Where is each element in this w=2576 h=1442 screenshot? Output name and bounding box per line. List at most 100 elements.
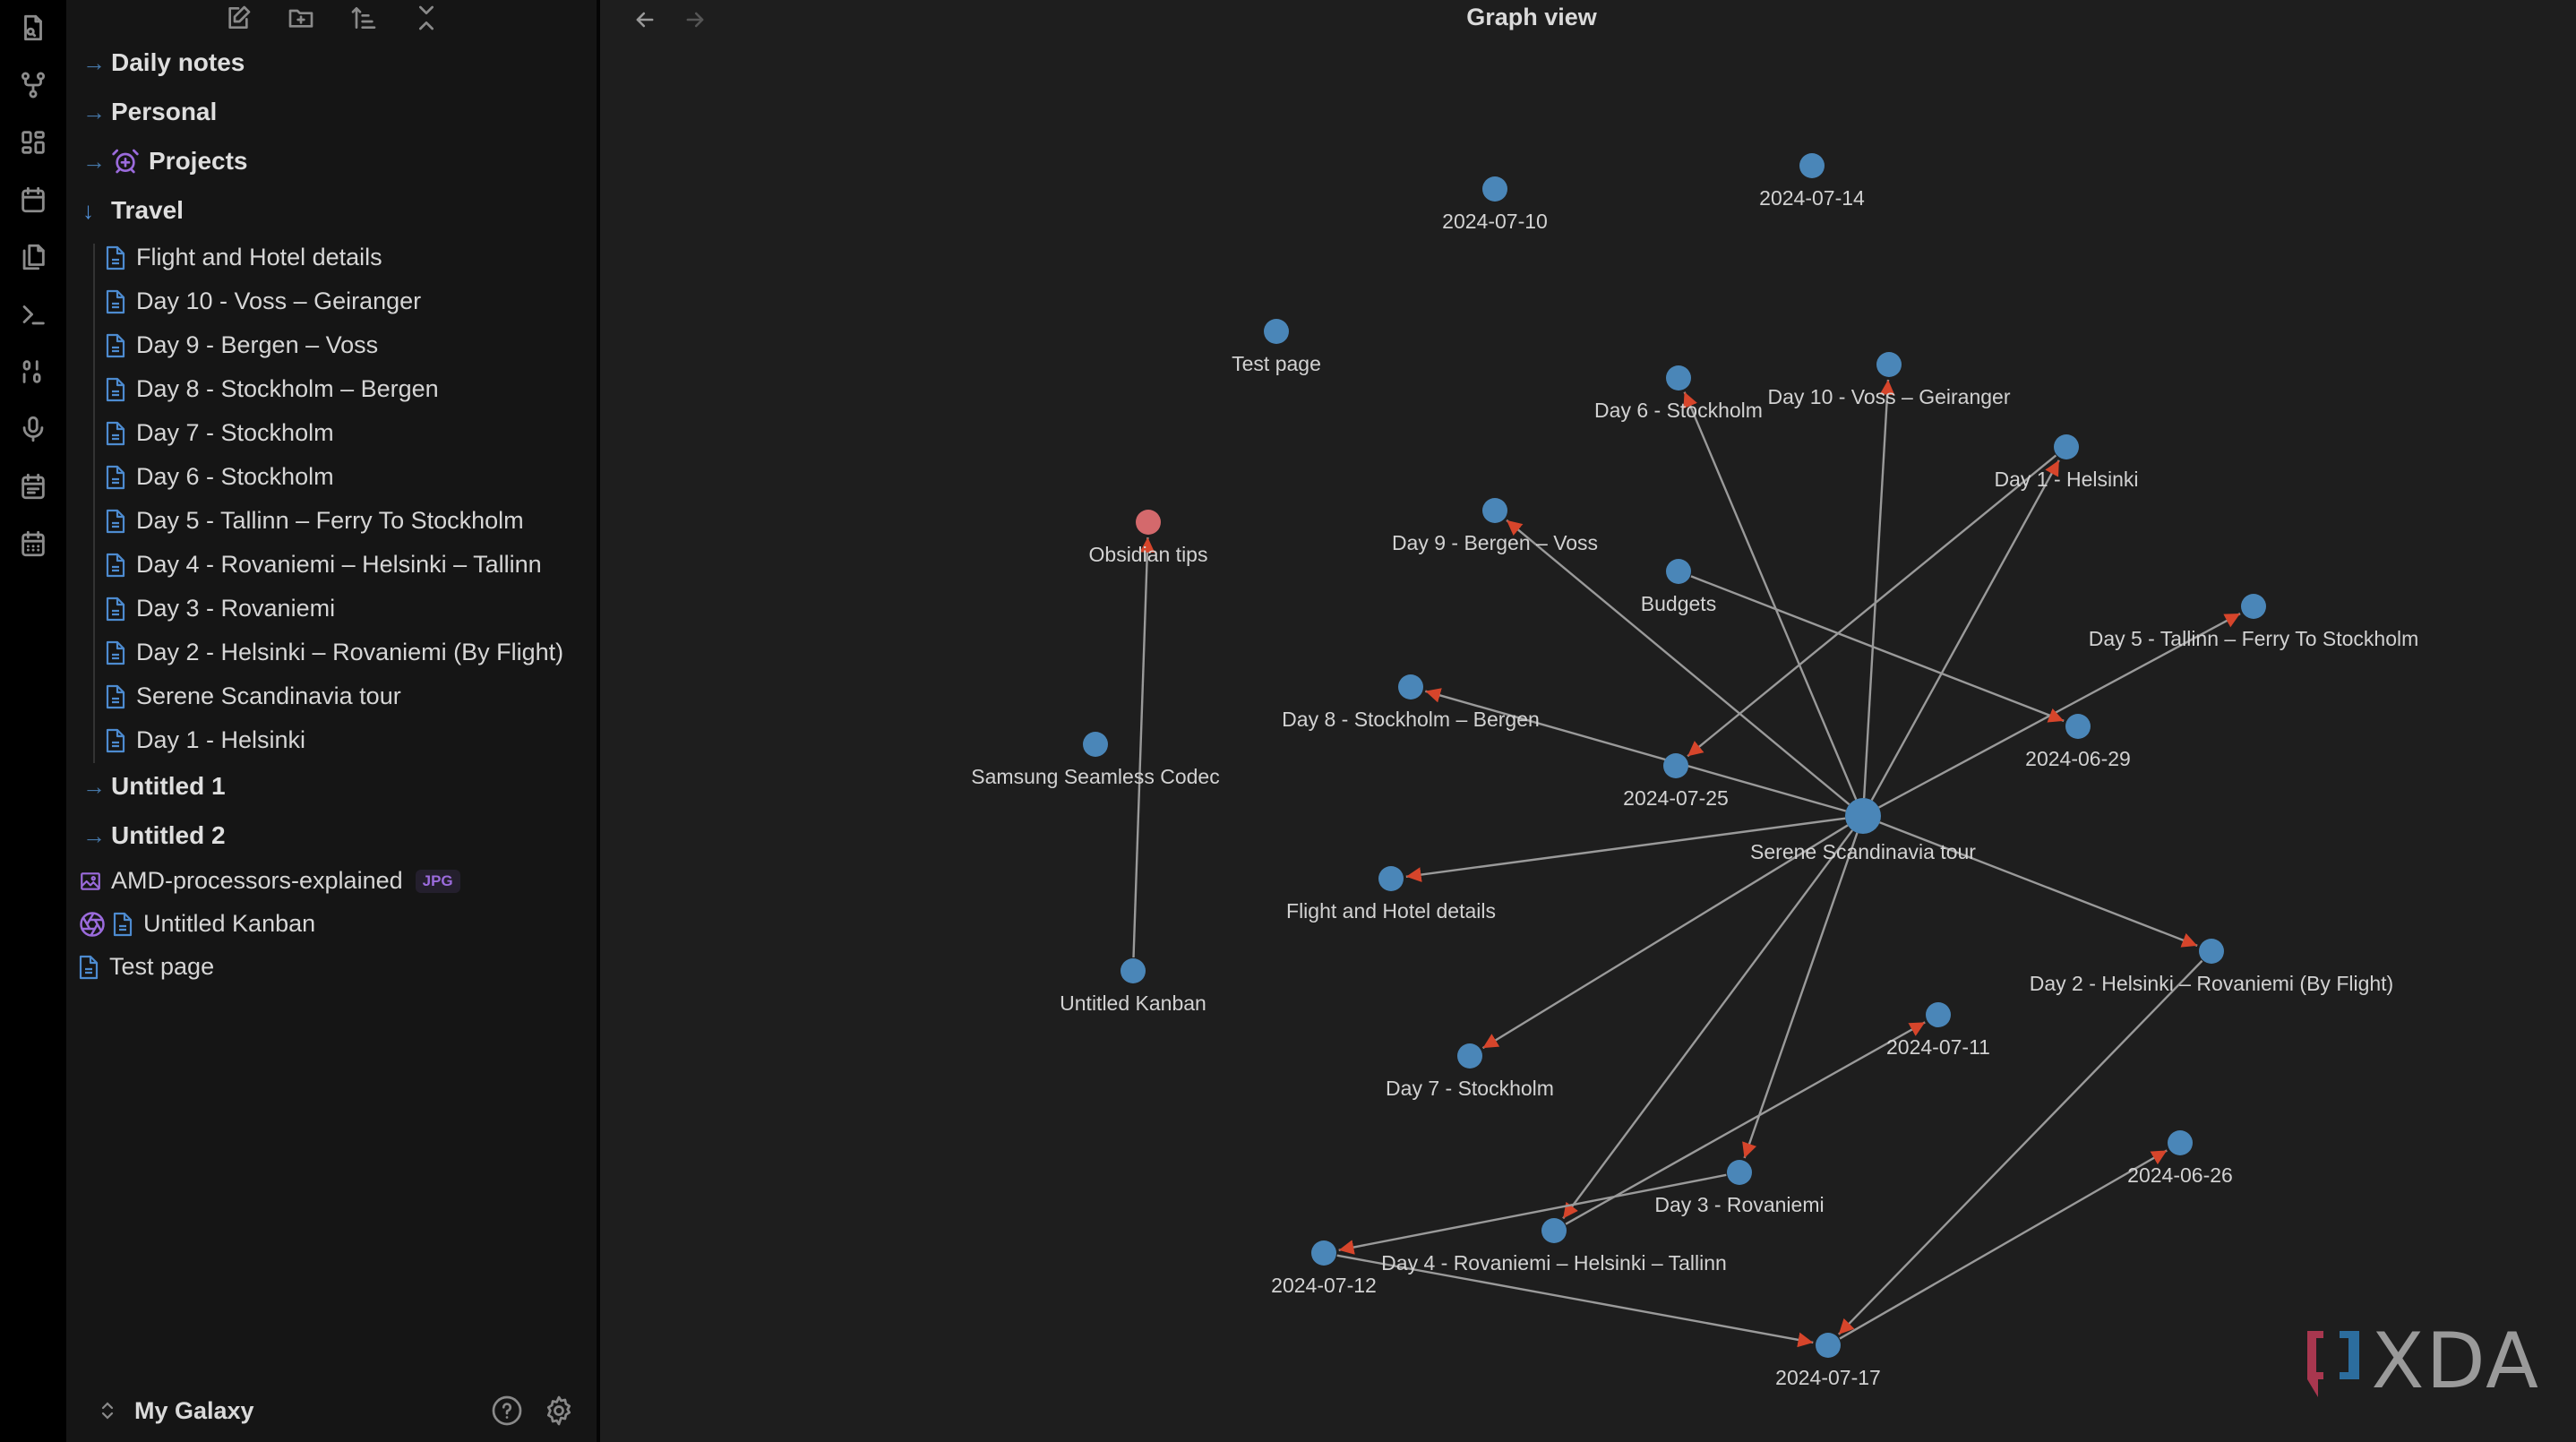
graph-node[interactable]: 2024-07-14 [1759,153,1865,210]
binary-icon[interactable] [13,351,54,392]
chevron-right-icon: → [82,48,106,76]
graph-node-dot[interactable] [1666,365,1691,391]
graph-node[interactable]: Test page [1232,319,1321,375]
graph-node-dot[interactable] [1136,510,1161,535]
folder-daily-notes[interactable]: → Daily notes [82,48,245,77]
graph-node[interactable]: 2024-07-25 [1623,753,1729,810]
file-label: Serene Scandinavia tour [136,682,401,709]
graph-icon[interactable] [13,64,54,106]
file-list-item[interactable]: Day 1 - Helsinki [106,726,305,754]
graph-node-dot[interactable] [2241,594,2266,619]
graph-node[interactable]: Day 1 - Helsinki [1994,434,2139,491]
collapse-all-button[interactable] [410,0,442,36]
search-file-icon[interactable] [13,7,54,48]
pencil-square-icon [228,5,251,29]
graph-node[interactable]: Day 4 - Rovaniemi – Helsinki – Tallinn [1381,1218,1727,1275]
dashboard-icon[interactable] [13,122,54,163]
graph-node-dot[interactable] [1541,1218,1567,1243]
folder-travel[interactable]: ↓ Travel [82,196,184,225]
graph-node-dot[interactable] [2199,939,2224,964]
graph-node[interactable]: 2024-06-26 [2127,1130,2233,1187]
new-folder-button[interactable] [285,0,317,36]
graph-canvas[interactable]: 2024-07-10 2024-07-14 Test page Day 6 - Sto… [600,0,2576,1442]
graph-node[interactable]: Serene Scandinavia tour [1750,798,1976,863]
graph-node-dot[interactable] [2168,1130,2193,1155]
xda-logo-icon [2306,1331,2359,1397]
graph-node-dot[interactable] [2065,714,2091,739]
graph-node[interactable]: 2024-07-11 [1886,1002,1990,1059]
file-list-item[interactable]: Day 4 - Rovaniemi – Helsinki – Tallinn [106,551,542,579]
graph-node-dot[interactable] [1264,319,1289,344]
file-list-item[interactable]: Day 3 - Rovaniemi [106,595,335,622]
graph-node[interactable]: Day 6 - Stockholm [1594,365,1763,422]
graph-node-dot[interactable] [1083,732,1108,757]
graph-node[interactable]: Untitled Kanban [1060,958,1206,1015]
graph-node[interactable]: Samsung Seamless Codec [971,732,1220,788]
graph-node[interactable]: Day 3 - Rovaniemi [1654,1160,1825,1216]
file-untitled-kanban[interactable]: Untitled Kanban [79,910,315,938]
graph-node-dot[interactable] [1398,674,1423,700]
folder-projects[interactable]: → Projects [82,147,248,176]
graph-node[interactable]: Day 7 - Stockholm [1386,1043,1554,1100]
new-note-button[interactable] [222,0,254,36]
graph-node[interactable]: Day 8 - Stockholm – Bergen [1282,674,1540,731]
graph-node-dot[interactable] [1378,866,1404,891]
graph-node[interactable]: Budgets [1641,559,1716,615]
graph-node-label: Budgets [1641,592,1716,615]
graph-node-dot[interactable] [1799,153,1825,178]
graph-node-dot[interactable] [1663,753,1688,778]
graph-node-dot[interactable] [1311,1240,1336,1266]
calendar-list-icon[interactable] [13,466,54,507]
file-list-item[interactable]: Day 8 - Stockholm – Bergen [106,375,439,403]
file-list-item[interactable]: Day 10 - Voss – Geiranger [106,288,421,315]
graph-node[interactable]: 2024-07-17 [1775,1333,1881,1389]
graph-node-dot[interactable] [1845,798,1881,834]
help-button[interactable] [491,1395,523,1427]
file-list-item[interactable]: Serene Scandinavia tour [106,682,401,710]
settings-button[interactable] [543,1395,575,1427]
graph-node-dot[interactable] [1727,1160,1752,1185]
calendar-icon[interactable] [13,179,54,220]
file-list-item[interactable]: Day 9 - Bergen – Voss [106,331,378,359]
graph-node-label: 2024-07-25 [1623,786,1729,810]
file-list-item[interactable]: Day 7 - Stockholm [106,419,334,447]
graph-node[interactable]: Flight and Hotel details [1286,866,1496,923]
file-list-item[interactable]: Day 6 - Stockholm [106,463,334,491]
graph-node-dot[interactable] [1926,1002,1951,1027]
collapse-icon [419,5,434,30]
graph-node[interactable]: 2024-07-12 [1271,1240,1377,1297]
folder-untitled-2[interactable]: → Untitled 2 [82,821,226,850]
terminal-icon[interactable] [13,294,54,335]
folder-untitled-1[interactable]: → Untitled 1 [82,772,226,801]
vault-switcher[interactable]: My Galaxy [97,1397,254,1425]
graph-node-dot[interactable] [1121,958,1146,983]
graph-node[interactable]: Day 2 - Helsinki – Rovaniemi (By Flight) [2030,939,2393,995]
graph-node[interactable]: 2024-07-10 [1442,176,1548,233]
file-icon [106,553,125,578]
graph-node-label: Test page [1232,352,1321,375]
sort-order-button[interactable] [348,0,380,36]
folder-personal[interactable]: → Personal [82,98,217,126]
graph-node-dot[interactable] [1482,498,1507,523]
file-test-page[interactable]: Test page [79,953,214,981]
graph-node[interactable]: Day 9 - Bergen – Voss [1392,498,1598,554]
file-icon [106,640,125,665]
file-list-item[interactable]: Day 5 - Tallinn – Ferry To Stockholm [106,507,524,535]
graph-node-dot[interactable] [1876,352,1902,377]
file-list-item[interactable]: Day 2 - Helsinki – Rovaniemi (By Flight) [106,639,563,666]
graph-node-dot[interactable] [1816,1333,1841,1358]
copy-icon[interactable] [13,236,54,278]
microphone-icon[interactable] [13,408,54,450]
file-amd-processors-explained[interactable]: AMD-processors-explained JPG [79,867,460,895]
file-icon [106,333,125,358]
graph-node-dot[interactable] [1666,559,1691,584]
file-list-item[interactable]: Flight and Hotel details [106,244,382,271]
graph-node[interactable]: Day 5 - Tallinn – Ferry To Stockholm [2089,594,2419,650]
folder-label: Daily notes [111,48,245,76]
graph-node[interactable]: 2024-06-29 [2025,714,2131,770]
graph-node-dot[interactable] [1482,176,1507,202]
file-icon [106,421,125,446]
graph-node-dot[interactable] [2054,434,2079,459]
calendar-grid-icon[interactable] [13,523,54,564]
graph-node-dot[interactable] [1457,1043,1482,1069]
